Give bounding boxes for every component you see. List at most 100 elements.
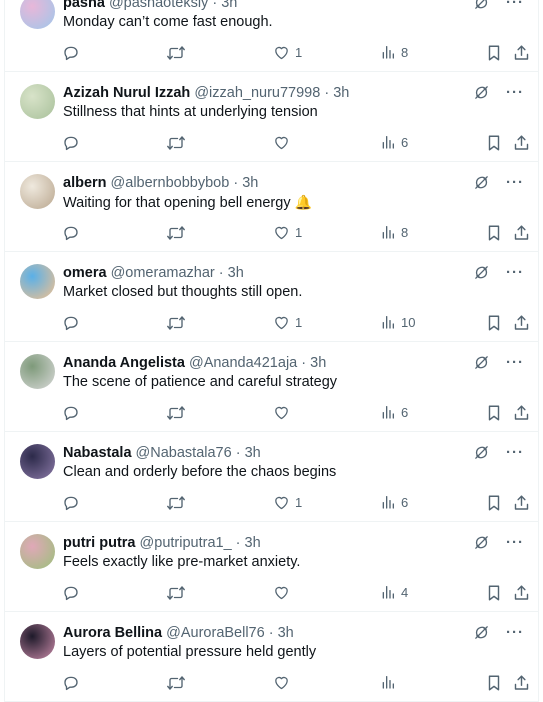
display-name[interactable]: Ananda Angelista	[63, 355, 185, 371]
share-button[interactable]	[513, 584, 530, 602]
tweet[interactable]: albern @albernbobbybob · 3h Waiting for t…	[5, 162, 538, 252]
user-handle[interactable]: @Ananda421aja	[189, 355, 297, 371]
like-button[interactable]: 1	[273, 314, 302, 331]
tweet[interactable]: Aurora Bellina @AuroraBell76 · 3h Layers …	[5, 612, 538, 702]
share-button[interactable]	[513, 224, 530, 242]
views-button[interactable]: 6	[380, 134, 408, 150]
user-handle[interactable]: @pashaoteksiy	[109, 0, 208, 11]
like-button[interactable]	[273, 584, 295, 601]
views-button[interactable]: 6	[380, 404, 408, 420]
display-name[interactable]: Aurora Bellina	[63, 625, 162, 641]
bookmark-button[interactable]	[486, 494, 502, 512]
bookmark-button[interactable]	[486, 584, 502, 602]
display-name[interactable]: Azizah Nurul Izzah	[63, 85, 190, 101]
grok-icon[interactable]	[473, 354, 490, 371]
tweet[interactable]: pasha @pashaoteksiy · 3h Monday can’t com…	[5, 0, 538, 72]
more-icon[interactable]: ···	[506, 175, 524, 190]
user-handle[interactable]: @putriputra1_	[140, 535, 232, 551]
user-handle[interactable]: @izzah_nuru77998	[194, 85, 320, 101]
more-icon[interactable]: ···	[506, 85, 524, 100]
display-name[interactable]: pasha	[63, 0, 105, 11]
more-icon[interactable]: ···	[506, 0, 524, 10]
user-handle[interactable]: @omeramazhar	[111, 265, 215, 281]
retweet-button[interactable]	[166, 314, 186, 332]
grok-icon[interactable]	[473, 444, 490, 461]
retweet-button[interactable]	[166, 674, 186, 692]
retweet-button[interactable]	[166, 44, 186, 62]
timestamp[interactable]: 3h	[245, 535, 261, 551]
grok-icon[interactable]	[473, 174, 490, 191]
more-icon[interactable]: ···	[506, 625, 524, 640]
reply-button[interactable]	[62, 494, 80, 512]
bookmark-button[interactable]	[486, 224, 502, 242]
retweet-button[interactable]	[166, 224, 186, 242]
avatar[interactable]	[20, 84, 55, 119]
user-handle[interactable]: @AuroraBell76	[166, 625, 265, 641]
reply-button[interactable]	[62, 134, 80, 152]
views-button[interactable]: 10	[380, 314, 415, 330]
timestamp[interactable]: 3h	[242, 175, 258, 191]
like-button[interactable]	[273, 674, 295, 691]
grok-icon[interactable]	[473, 624, 490, 641]
tweet[interactable]: putri putra @putriputra1_ · 3h Feels exac…	[5, 522, 538, 612]
grok-icon[interactable]	[473, 0, 490, 11]
more-icon[interactable]: ···	[506, 445, 524, 460]
like-button[interactable]: 1	[273, 494, 302, 511]
grok-icon[interactable]	[473, 534, 490, 551]
reply-button[interactable]	[62, 404, 80, 422]
bookmark-button[interactable]	[486, 314, 502, 332]
timestamp[interactable]: 3h	[221, 0, 237, 11]
avatar[interactable]	[20, 0, 55, 29]
reply-button[interactable]	[62, 584, 80, 602]
bookmark-button[interactable]	[486, 44, 502, 62]
views-button[interactable]	[380, 674, 401, 690]
share-button[interactable]	[513, 674, 530, 692]
user-handle[interactable]: @albernbobbybob	[111, 175, 230, 191]
reply-button[interactable]	[62, 674, 80, 692]
avatar[interactable]	[20, 534, 55, 569]
timestamp[interactable]: 3h	[278, 625, 294, 641]
share-button[interactable]	[513, 404, 530, 422]
share-button[interactable]	[513, 44, 530, 62]
tweet[interactable]: Azizah Nurul Izzah @izzah_nuru77998 · 3h…	[5, 72, 538, 162]
tweet[interactable]: omera @omeramazhar · 3h Market closed but…	[5, 252, 538, 342]
bookmark-button[interactable]	[486, 674, 502, 692]
like-button[interactable]: 1	[273, 224, 302, 241]
views-button[interactable]: 4	[380, 584, 408, 600]
retweet-button[interactable]	[166, 134, 186, 152]
avatar[interactable]	[20, 174, 55, 209]
views-button[interactable]: 8	[380, 224, 408, 240]
avatar[interactable]	[20, 354, 55, 389]
timestamp[interactable]: 3h	[310, 355, 326, 371]
more-icon[interactable]: ···	[506, 355, 524, 370]
reply-button[interactable]	[62, 314, 80, 332]
views-button[interactable]: 6	[380, 494, 408, 510]
share-button[interactable]	[513, 314, 530, 332]
display-name[interactable]: albern	[63, 175, 107, 191]
avatar[interactable]	[20, 624, 55, 659]
display-name[interactable]: Nabastala	[63, 445, 132, 461]
timestamp[interactable]: 3h	[333, 85, 349, 101]
bookmark-button[interactable]	[486, 404, 502, 422]
grok-icon[interactable]	[473, 264, 490, 281]
share-button[interactable]	[513, 134, 530, 152]
reply-button[interactable]	[62, 44, 80, 62]
like-button[interactable]	[273, 134, 295, 151]
tweet[interactable]: Nabastala @Nabastala76 · 3h Clean and ord…	[5, 432, 538, 522]
share-button[interactable]	[513, 494, 530, 512]
user-handle[interactable]: @Nabastala76	[136, 445, 232, 461]
retweet-button[interactable]	[166, 404, 186, 422]
like-button[interactable]	[273, 404, 295, 421]
avatar[interactable]	[20, 264, 55, 299]
display-name[interactable]: omera	[63, 265, 107, 281]
more-icon[interactable]: ···	[506, 265, 524, 280]
retweet-button[interactable]	[166, 584, 186, 602]
views-button[interactable]: 8	[380, 44, 408, 60]
display-name[interactable]: putri putra	[63, 535, 136, 551]
reply-button[interactable]	[62, 224, 80, 242]
retweet-button[interactable]	[166, 494, 186, 512]
grok-icon[interactable]	[473, 84, 490, 101]
avatar[interactable]	[20, 444, 55, 479]
more-icon[interactable]: ···	[506, 535, 524, 550]
timestamp[interactable]: 3h	[228, 265, 244, 281]
